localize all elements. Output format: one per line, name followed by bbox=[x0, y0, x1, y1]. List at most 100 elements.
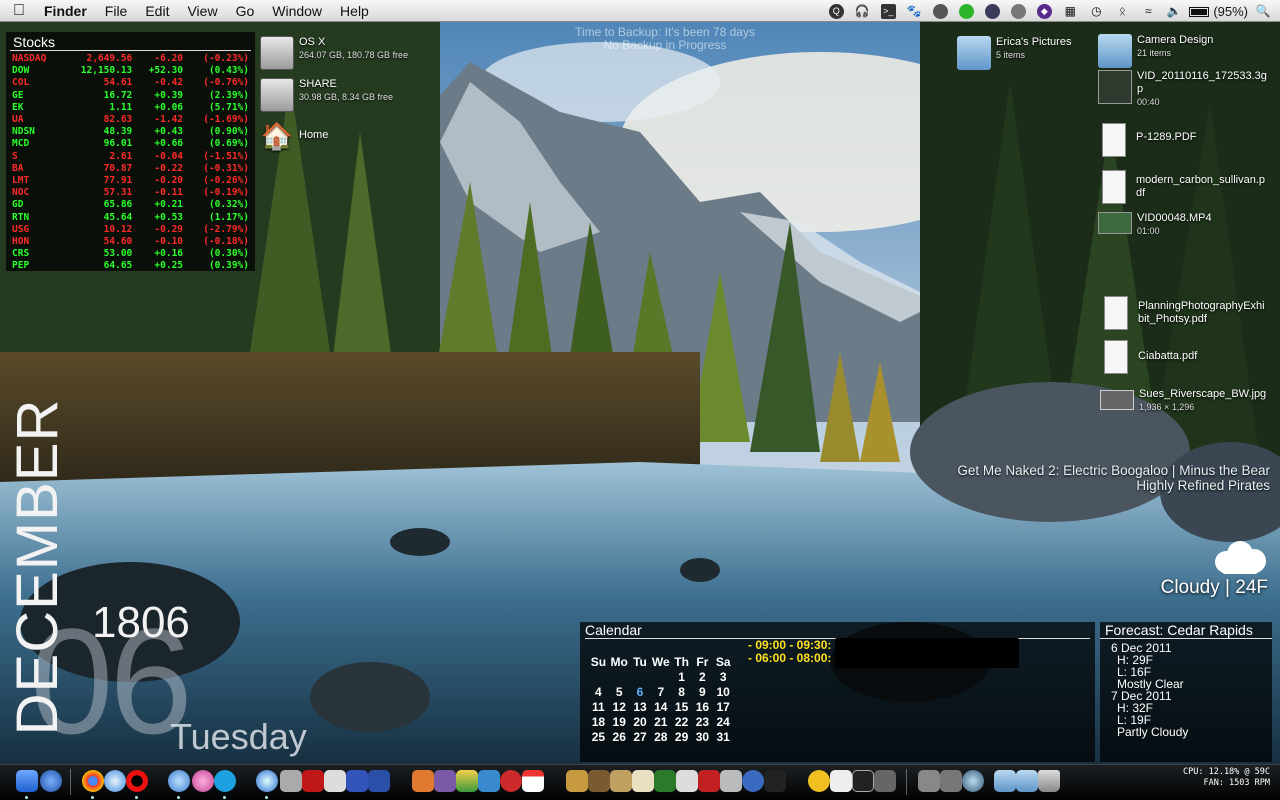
script-app-icon[interactable] bbox=[434, 770, 456, 792]
documents-stack-icon[interactable] bbox=[994, 770, 1016, 792]
calendar-day[interactable]: 1 bbox=[671, 670, 692, 685]
ipod-icon[interactable] bbox=[280, 770, 302, 792]
cyberduck-icon[interactable] bbox=[808, 770, 830, 792]
headphones-icon[interactable]: 🎧 bbox=[851, 0, 873, 22]
photo-app-icon[interactable] bbox=[456, 770, 478, 792]
menu-file[interactable]: File bbox=[96, 3, 137, 19]
folder-stack-icon[interactable] bbox=[566, 770, 588, 792]
calendar-day[interactable]: 15 bbox=[671, 700, 692, 715]
calendar-day[interactable]: 11 bbox=[588, 700, 609, 715]
home-folder[interactable]: 🏠 Home bbox=[260, 120, 329, 154]
folder-camera-design[interactable]: Camera Design 21 items bbox=[1098, 34, 1213, 68]
calendar-day[interactable]: 22 bbox=[671, 715, 692, 730]
photo-stack-icon[interactable] bbox=[588, 770, 610, 792]
web-app-icon[interactable] bbox=[742, 770, 764, 792]
utility-app-icon[interactable] bbox=[720, 770, 742, 792]
adium-icon[interactable] bbox=[192, 770, 214, 792]
itunes-icon[interactable] bbox=[256, 770, 278, 799]
istat-icon[interactable] bbox=[981, 0, 1003, 22]
time-machine-icon[interactable] bbox=[1007, 0, 1029, 22]
system-app-icon[interactable] bbox=[874, 770, 896, 792]
file-vid-3gp[interactable]: VID_20110116_172533.3gp 00:40 bbox=[1098, 70, 1267, 109]
file-p1289-pdf[interactable]: P-1289.PDF bbox=[1098, 123, 1197, 157]
calendar-app-icon[interactable] bbox=[522, 770, 544, 792]
red-app-icon[interactable] bbox=[302, 770, 324, 792]
calendar-day[interactable]: 9 bbox=[692, 685, 713, 700]
menu-help[interactable]: Help bbox=[331, 3, 378, 19]
map-app-icon[interactable] bbox=[478, 770, 500, 792]
time-machine-dock-icon[interactable] bbox=[962, 770, 984, 792]
volume-icon[interactable]: 🔈 bbox=[1163, 0, 1185, 22]
calendar-day[interactable]: 21 bbox=[650, 715, 671, 730]
terminal-icon[interactable]: >_ bbox=[877, 0, 899, 22]
calendar-day[interactable]: 18 bbox=[588, 715, 609, 730]
blue-app-icon[interactable] bbox=[346, 770, 368, 792]
book-app-icon[interactable] bbox=[698, 770, 720, 792]
menu-app-finder[interactable]: Finder bbox=[38, 3, 96, 19]
calendar-day[interactable]: 2 bbox=[692, 670, 713, 685]
spotlight-icon[interactable]: 🔍 bbox=[1252, 0, 1274, 22]
calendar-day[interactable]: 20 bbox=[630, 715, 651, 730]
file-sues-riverscape-jpg[interactable]: Sues_Riverscape_BW.jpg 1,936 × 1,296 bbox=[1100, 384, 1266, 414]
cat-icon[interactable] bbox=[929, 0, 951, 22]
quicksilver-icon[interactable]: Q bbox=[825, 0, 847, 22]
menu-edit[interactable]: Edit bbox=[136, 3, 178, 19]
drive-os-x[interactable]: OS X 264.07 GB, 180.78 GB free bbox=[260, 36, 408, 70]
wifi-icon[interactable]: ≈ bbox=[1137, 0, 1159, 22]
mail-app-icon[interactable] bbox=[412, 770, 434, 792]
x11-icon[interactable] bbox=[830, 770, 852, 792]
calendar-day[interactable]: 12 bbox=[609, 700, 630, 715]
calendar-day[interactable]: 31 bbox=[713, 730, 734, 745]
calendar-day[interactable]: 4 bbox=[588, 685, 609, 700]
finder-icon[interactable] bbox=[16, 770, 38, 799]
opera-icon[interactable] bbox=[126, 770, 148, 799]
terminal-app-icon[interactable] bbox=[852, 770, 874, 792]
growl-paw-icon[interactable]: 🐾 bbox=[903, 0, 925, 22]
calendar-day[interactable]: 8 bbox=[671, 685, 692, 700]
utility-app-icon[interactable] bbox=[324, 770, 346, 792]
bluetooth-icon[interactable]: ᛟ bbox=[1111, 0, 1133, 22]
calendar-event[interactable]: - 06:00 - 08:00: bbox=[748, 652, 831, 665]
green-status-icon[interactable] bbox=[955, 0, 977, 22]
calendar-day[interactable]: 27 bbox=[630, 730, 651, 745]
calendar-day[interactable]: 16 bbox=[692, 700, 713, 715]
star-app-icon[interactable] bbox=[368, 770, 390, 792]
battery-status[interactable]: (95%) bbox=[1189, 4, 1248, 19]
purple-app-icon[interactable]: ◆ bbox=[1033, 0, 1055, 22]
skype-icon[interactable] bbox=[214, 770, 236, 799]
app-store-icon[interactable] bbox=[40, 770, 62, 792]
calendar-day[interactable]: 23 bbox=[692, 715, 713, 730]
tool-app-icon[interactable] bbox=[610, 770, 632, 792]
trash-icon[interactable] bbox=[1038, 770, 1060, 792]
stamp-app-icon[interactable] bbox=[632, 770, 654, 792]
calendar-day[interactable]: 29 bbox=[671, 730, 692, 745]
upload-app-icon[interactable] bbox=[676, 770, 698, 792]
ichat-icon[interactable] bbox=[168, 770, 190, 799]
stack-icon[interactable] bbox=[918, 770, 940, 792]
file-ciabatta-pdf[interactable]: Ciabatta.pdf bbox=[1100, 340, 1197, 374]
calendar-day[interactable]: 17 bbox=[713, 700, 734, 715]
stack-icon[interactable] bbox=[940, 770, 962, 792]
file-vid00048-mp4[interactable]: VID00048.MP4 01:00 bbox=[1098, 212, 1212, 238]
calendar-day[interactable]: 19 bbox=[609, 715, 630, 730]
star-tool-icon[interactable] bbox=[764, 770, 786, 792]
calendar-day[interactable]: 14 bbox=[650, 700, 671, 715]
calendar-day[interactable]: 3 bbox=[713, 670, 734, 685]
backup-clock-icon[interactable]: ◷ bbox=[1085, 0, 1107, 22]
calendar-day-today[interactable]: 6 bbox=[630, 685, 651, 700]
safari-icon[interactable] bbox=[104, 770, 126, 792]
menu-go[interactable]: Go bbox=[227, 3, 264, 19]
folder-ericas-pictures[interactable]: Erica's Pictures 5 items bbox=[957, 36, 1071, 70]
calendar-day[interactable]: 5 bbox=[609, 685, 630, 700]
chrome-icon[interactable] bbox=[82, 770, 104, 799]
green-app-icon[interactable] bbox=[654, 770, 676, 792]
calendar-day[interactable]: 10 bbox=[713, 685, 734, 700]
drive-share[interactable]: SHARE 30.98 GB, 8.34 GB free bbox=[260, 78, 393, 112]
menu-window[interactable]: Window bbox=[263, 3, 331, 19]
apple-menu-icon[interactable]:  bbox=[0, 2, 38, 20]
calendar-day[interactable]: 30 bbox=[692, 730, 713, 745]
calendar-day[interactable]: 25 bbox=[588, 730, 609, 745]
file-modern-carbon-pdf[interactable]: modern_carbon_sullivan.pdf bbox=[1098, 170, 1266, 204]
menu-view[interactable]: View bbox=[178, 3, 226, 19]
dropbox-icon[interactable]: ▦ bbox=[1059, 0, 1081, 22]
